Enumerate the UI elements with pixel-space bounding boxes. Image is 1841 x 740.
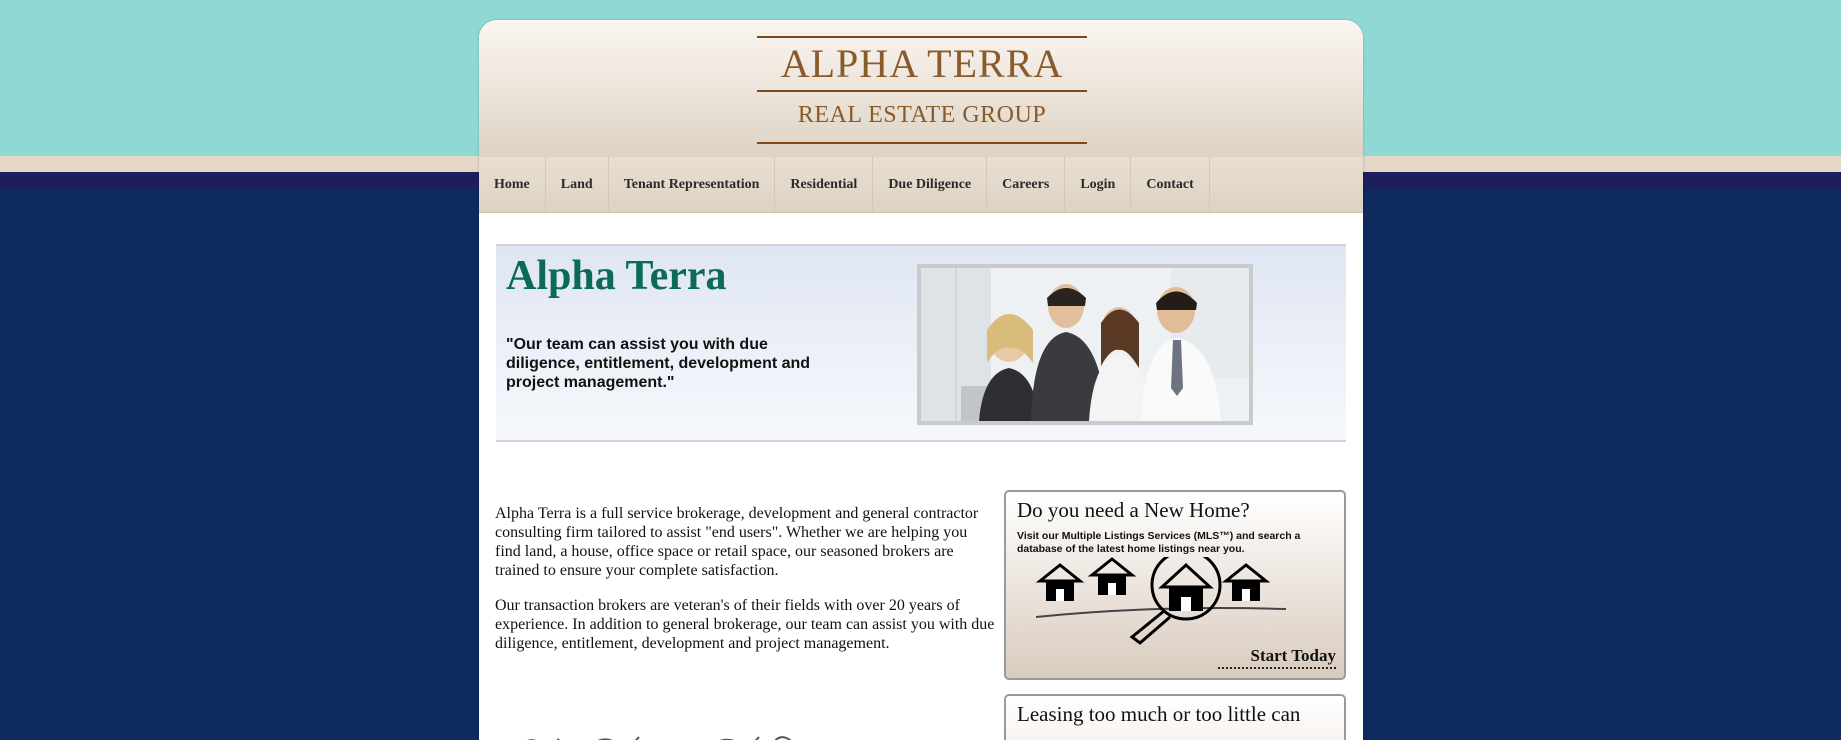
logo-rule-top [757,36,1087,38]
start-today-link[interactable]: Start Today [1251,646,1337,666]
houses-magnifier-icon [1035,549,1287,645]
logo-rule-bottom [757,142,1087,144]
nav-item-tenant-representation[interactable]: Tenant Representation [609,157,776,212]
site-logo[interactable]: ALPHA TERRA REAL ESTATE GROUP [757,36,1087,144]
intro-paragraph-2: Our transaction brokers are veteran's of… [495,597,995,652]
leasing-promo-title: Leasing too much or too little can [1017,702,1301,726]
hero-banner: Alpha Terra "Our team can assist you wit… [496,244,1346,442]
logo-name: ALPHA TERRA [780,41,1064,86]
nav-item-login[interactable]: Login [1065,157,1132,212]
nav-list: Home Land Tenant Representation Resident… [479,157,1210,212]
nav-item-due-diligence[interactable]: Due Diligence [873,157,988,212]
nav-item-residential[interactable]: Residential [775,157,874,212]
script-flourish [527,736,792,740]
logo-tagline: REAL ESTATE GROUP [797,102,1047,128]
hero-quote: "Our team can assist you with due dilige… [506,336,811,391]
house-search-illustration [1035,549,1296,657]
promo-description: Visit our Multiple Listings Services (ML… [1017,530,1301,555]
nav-item-contact[interactable]: Contact [1131,157,1210,212]
page-container: ALPHA TERRA REAL ESTATE GROUP Home Land … [479,20,1363,740]
new-home-promo[interactable]: Do you need a New Home? Visit our Multip… [1004,490,1346,680]
start-today-underline [1218,665,1336,669]
intro-paragraph-1: Alpha Terra is a full service brokerage,… [495,505,979,579]
site-header: ALPHA TERRA REAL ESTATE GROUP [479,20,1363,157]
intro-text: Alpha Terra is a full service brokerage,… [495,504,995,669]
leasing-promo[interactable]: Leasing too much or too little can [1004,694,1346,740]
promo-title: Do you need a New Home? [1017,498,1250,522]
logo-rule-middle [757,90,1087,92]
nav-item-careers[interactable]: Careers [987,157,1066,212]
team-photo-illustration [921,268,1249,421]
main-nav: Home Land Tenant Representation Resident… [479,157,1363,213]
hero-title: Alpha Terra [506,253,727,299]
nav-item-land[interactable]: Land [546,157,609,212]
nav-item-home[interactable]: Home [479,157,546,212]
script-heading-decoration [509,714,809,740]
team-photo [917,264,1253,425]
